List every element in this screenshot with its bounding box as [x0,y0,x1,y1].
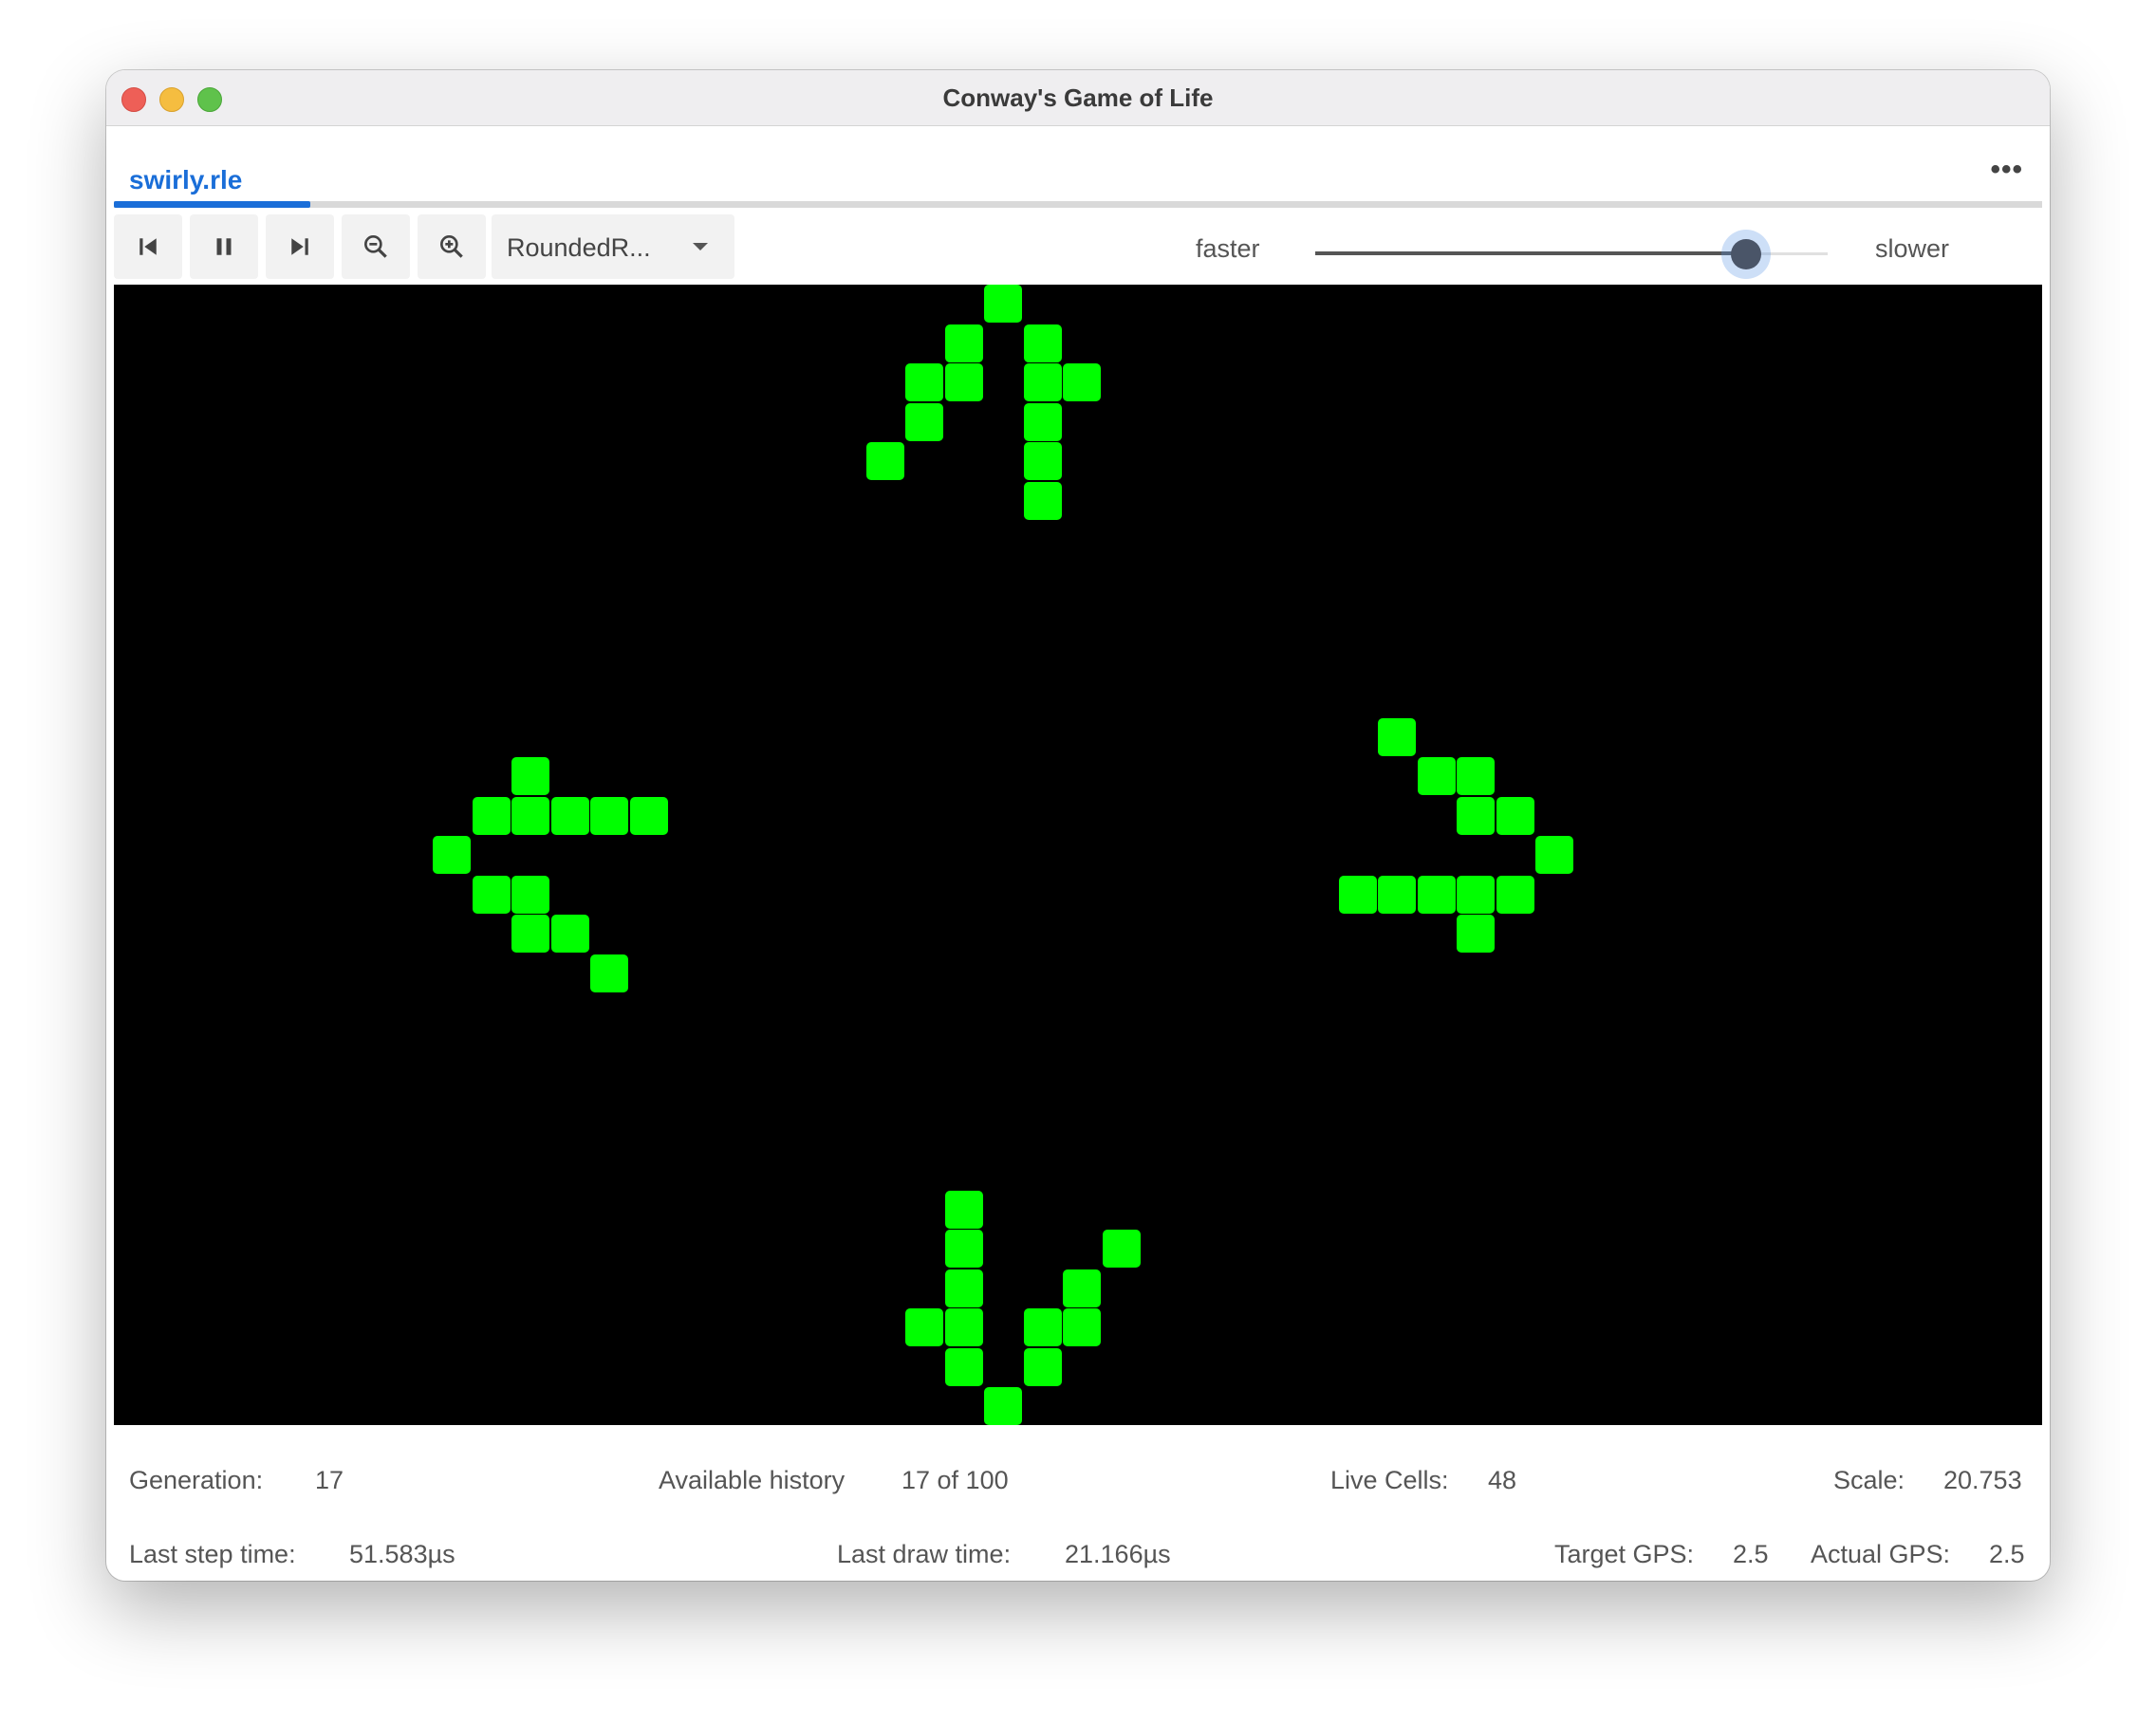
actual-gps-label: Actual GPS: [1811,1540,1951,1568]
live-cell [1063,1269,1101,1307]
skip-to-start-button[interactable] [114,214,182,279]
live-cell [1338,875,1377,914]
live-cell [1023,324,1062,362]
actual-gps-value: 2.5 [1989,1540,2025,1568]
window-title: Conway's Game of Life [942,83,1214,112]
live-cell [1457,757,1495,795]
live-cell [511,796,549,835]
live-cell [1378,875,1416,914]
scale-value: 20.753 [1943,1466,2022,1494]
scale-label: Scale: [1833,1466,1905,1494]
live-cell [1063,1308,1101,1346]
more-options-icon[interactable]: ••• [1990,154,2023,186]
live-cell [629,796,668,835]
live-cell [1378,717,1416,756]
history-label: Available history [659,1466,846,1494]
zoom-in-button[interactable] [418,214,486,279]
live-cell [590,796,628,835]
faster-label: faster [1196,234,1260,263]
live-cell [511,915,549,953]
toolbar: RoundedR... faster slower [114,211,2042,281]
live-cell [1417,875,1456,914]
live-cell [944,1230,983,1268]
live-cell [1063,363,1101,401]
live-cell [511,757,549,795]
live-cell [1023,481,1062,520]
live-cell [1496,796,1534,835]
live-cell [1023,1347,1062,1386]
live-cell [1496,875,1534,914]
live-cell [511,875,549,914]
skip-forward-icon [291,238,308,255]
draw-time-label: Last draw time: [837,1540,1012,1568]
live-cell [944,1190,983,1229]
chevron-down-icon [693,243,708,250]
live-cell [1457,915,1495,953]
step-time-label: Last step time: [129,1540,296,1568]
live-cell [1023,442,1062,480]
live-cell [1023,402,1062,441]
speed-slider-fill [1315,251,1746,255]
live-cell [905,363,943,401]
game-board-canvas[interactable] [114,285,2042,1425]
live-cell [944,324,983,362]
live-cell [433,836,471,874]
renderer-select[interactable]: RoundedR... [492,214,734,279]
live-cell [984,1387,1022,1425]
live-cells-label: Live Cells: [1330,1466,1449,1494]
live-cell [905,402,943,441]
generation-value: 17 [315,1466,344,1494]
app-window: Conway's Game of Life swirly.rle ••• Rou… [106,70,2050,1581]
pause-button[interactable] [190,214,258,279]
live-cell [944,363,983,401]
live-cell [1102,1230,1141,1268]
live-cell [590,954,628,992]
live-cell [472,875,511,914]
live-cell [1023,1308,1062,1346]
generation-label: Generation: [129,1466,264,1494]
tab-active-indicator [114,201,310,208]
live-cell [905,1308,943,1346]
tab-bar-track [114,201,2042,208]
live-cell [472,796,511,835]
title-bar[interactable]: Conway's Game of Life [106,70,2050,126]
live-cell [550,915,589,953]
zoom-in-icon [440,234,463,258]
step-forward-button[interactable] [266,214,334,279]
renderer-select-value: RoundedR... [507,233,651,262]
history-value: 17 of 100 [901,1466,1009,1494]
draw-time-value: 21.166µs [1065,1540,1171,1568]
live-cell [865,442,904,480]
skip-back-icon [139,238,157,255]
live-cell [550,796,589,835]
live-cell [984,285,1022,323]
slower-label: slower [1875,234,1950,263]
step-time-value: 51.583µs [349,1540,455,1568]
tab-swirly[interactable]: swirly.rle [129,165,242,195]
target-gps-value: 2.5 [1733,1540,1769,1568]
live-cell [1457,796,1495,835]
live-cell [1457,875,1495,914]
pause-icon [216,238,232,255]
live-cell [1417,757,1456,795]
live-cell [944,1347,983,1386]
zoom-out-icon [364,234,387,258]
speed-slider-thumb[interactable] [1730,239,1761,269]
live-cell [1023,363,1062,401]
live-cell [944,1269,983,1307]
live-cell [1535,836,1573,874]
live-cells-value: 48 [1488,1466,1517,1494]
live-cell [944,1308,983,1346]
target-gps-label: Target GPS: [1554,1540,1695,1568]
zoom-out-button[interactable] [342,214,410,279]
